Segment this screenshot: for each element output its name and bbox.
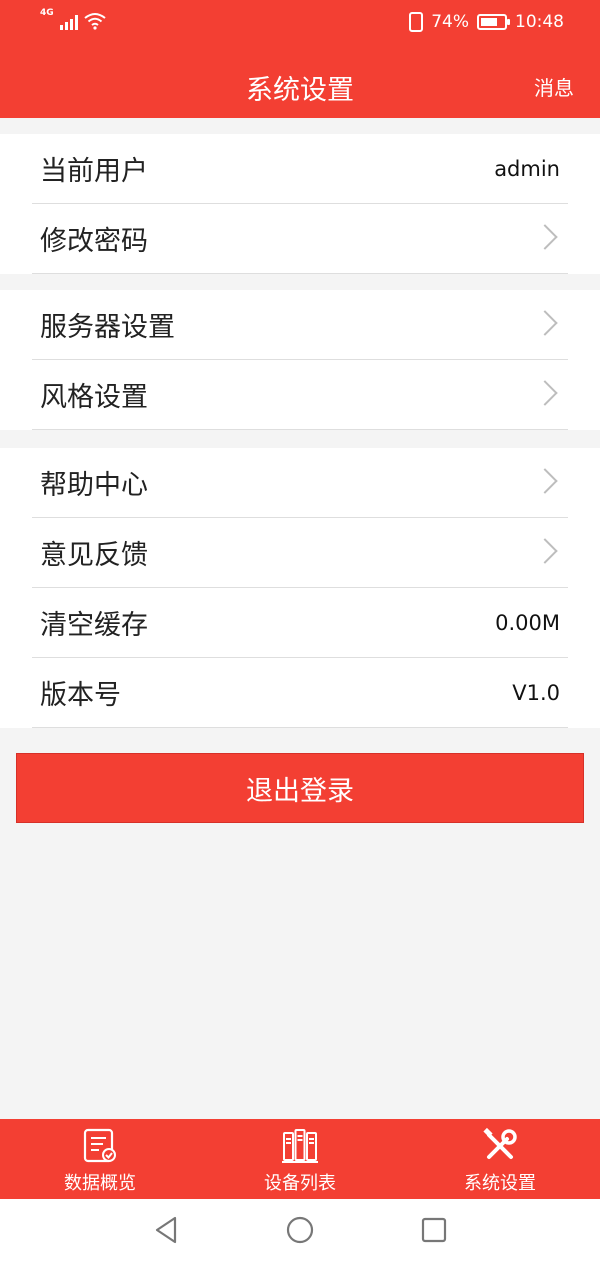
wifi-icon (84, 13, 106, 30)
settings-group-account: 当前用户 admin 修改密码 (0, 134, 600, 274)
home-icon[interactable] (285, 1215, 315, 1245)
tab-data-overview[interactable]: 数据概览 (0, 1119, 200, 1199)
settings-row-server[interactable]: 服务器设置 (32, 290, 568, 360)
clock: 10:48 (515, 12, 564, 32)
tab-system-settings[interactable]: 系统设置 (400, 1119, 600, 1199)
settings-row-style[interactable]: 风格设置 (32, 360, 568, 430)
back-icon[interactable] (153, 1215, 179, 1245)
cache-size-value: 0.00M (495, 610, 560, 635)
current-user-value: admin (494, 156, 560, 181)
settings-row-current-user: 当前用户 admin (32, 134, 568, 204)
document-check-icon (83, 1128, 116, 1163)
bottom-tab-bar: 数据概览 设备列表 系统设置 (0, 1119, 600, 1199)
settings-row-change-password[interactable]: 修改密码 (32, 204, 568, 274)
row-label: 清空缓存 (40, 610, 148, 641)
chevron-right-icon (532, 380, 558, 406)
app-header: 系统设置 消息 (0, 48, 600, 118)
tools-icon (483, 1127, 517, 1159)
row-label: 帮助中心 (40, 470, 148, 501)
settings-row-feedback[interactable]: 意见反馈 (32, 518, 568, 588)
recents-icon[interactable] (421, 1215, 447, 1245)
signal-icon (59, 14, 78, 30)
status-left: 4G (40, 8, 106, 30)
settings-row-version: 版本号 V1.0 (32, 658, 568, 728)
system-nav-bar (0, 1199, 600, 1266)
row-label: 修改密码 (40, 226, 148, 257)
tab-label: 设备列表 (264, 1173, 336, 1194)
tab-label: 系统设置 (464, 1173, 536, 1194)
settings-row-clear-cache[interactable]: 清空缓存 0.00M (32, 588, 568, 658)
row-label: 意见反馈 (40, 540, 148, 571)
settings-group-preferences: 服务器设置 风格设置 (0, 290, 600, 430)
row-label: 当前用户 (40, 156, 148, 187)
row-label: 版本号 (40, 680, 121, 711)
settings-row-help[interactable]: 帮助中心 (32, 448, 568, 518)
row-label: 服务器设置 (40, 312, 175, 343)
status-bar: 4G 74% 10:48 (0, 0, 600, 48)
version-value: V1.0 (512, 680, 560, 705)
chevron-right-icon (532, 224, 558, 250)
chevron-right-icon (532, 468, 558, 494)
battery-icon (477, 14, 510, 30)
battery-percent: 74% (431, 12, 469, 32)
messages-button[interactable]: 消息 (534, 72, 574, 101)
tab-label: 数据概览 (64, 1173, 136, 1194)
page-title: 系统设置 (246, 75, 354, 106)
settings-group-misc: 帮助中心 意见反馈 清空缓存 0.00M 版本号 V1.0 (0, 448, 600, 728)
logout-button[interactable]: 退出登录 (16, 753, 584, 823)
vibrate-icon (409, 12, 424, 32)
row-label: 风格设置 (40, 382, 148, 413)
server-rack-icon (282, 1129, 318, 1163)
chevron-right-icon (532, 538, 558, 564)
network-type: 4G (40, 8, 54, 18)
chevron-right-icon (532, 310, 558, 336)
status-right: 74% 10:48 (409, 12, 564, 32)
tab-device-list[interactable]: 设备列表 (200, 1119, 400, 1199)
